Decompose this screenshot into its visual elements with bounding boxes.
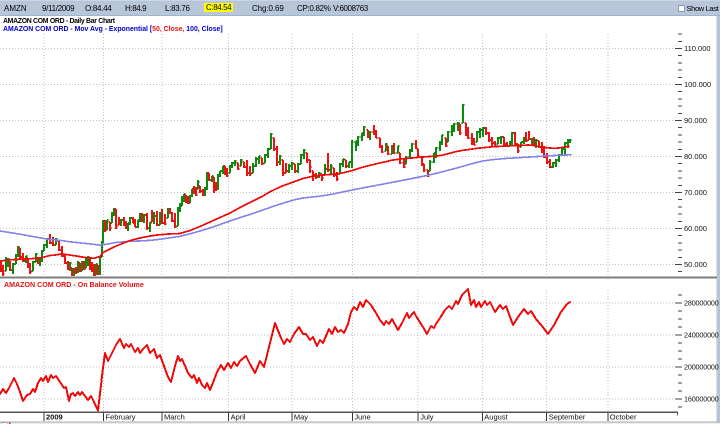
- svg-text:October: October: [610, 413, 637, 422]
- svg-text:80.000: 80.000: [684, 152, 707, 161]
- svg-text:August: August: [484, 413, 508, 422]
- svg-text:50.000: 50.000: [684, 260, 707, 269]
- svg-text:March: March: [164, 413, 185, 422]
- svg-text:280000000: 280000000: [684, 299, 719, 308]
- svg-text:70.000: 70.000: [684, 188, 707, 197]
- svg-text:160000000: 160000000: [684, 395, 719, 404]
- svg-text:June: June: [354, 413, 370, 422]
- svg-text:100.000: 100.000: [684, 80, 711, 89]
- svg-text:May: May: [294, 413, 308, 422]
- svg-text:2009: 2009: [46, 413, 63, 422]
- svg-text:April: April: [231, 413, 246, 422]
- svg-text:60.000: 60.000: [684, 224, 707, 233]
- svg-text:90.000: 90.000: [684, 116, 707, 125]
- svg-text:240000000: 240000000: [684, 331, 719, 340]
- svg-text:July: July: [420, 413, 434, 422]
- svg-text:February: February: [106, 413, 136, 422]
- svg-text:September: September: [549, 413, 586, 422]
- svg-text:110.000: 110.000: [684, 44, 711, 53]
- svg-text:200000000: 200000000: [684, 363, 719, 372]
